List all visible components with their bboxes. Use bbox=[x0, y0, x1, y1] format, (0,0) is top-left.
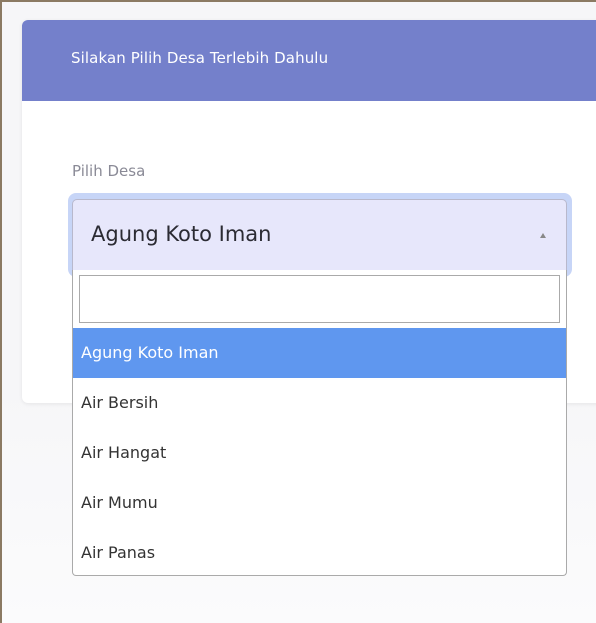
dropdown-option[interactable]: Air Mumu bbox=[73, 478, 566, 528]
dropdown-option[interactable]: Agung Koto Iman bbox=[73, 328, 566, 378]
dropdown-search-wrap bbox=[73, 270, 566, 328]
dropdown-options: Agung Koto Iman Air Bersih Air Hangat Ai… bbox=[73, 328, 566, 578]
caret-up-icon bbox=[540, 233, 546, 238]
dropdown-option[interactable]: Air Hangat bbox=[73, 428, 566, 478]
card-header: Silakan Pilih Desa Terlebih Dahulu bbox=[22, 20, 596, 101]
dropdown-option[interactable]: Air Bersih bbox=[73, 378, 566, 428]
village-dropdown: Agung Koto Iman Air Bersih Air Hangat Ai… bbox=[72, 270, 567, 576]
dropdown-option[interactable]: Air Panas bbox=[73, 528, 566, 578]
dropdown-search-input[interactable] bbox=[79, 275, 560, 323]
village-field-label: Pilih Desa bbox=[72, 162, 146, 180]
village-select[interactable]: Agung Koto Iman bbox=[72, 199, 567, 271]
select-current-value: Agung Koto Iman bbox=[91, 222, 272, 246]
page-frame: Silakan Pilih Desa Terlebih Dahulu Pilih… bbox=[0, 0, 596, 623]
card-title: Silakan Pilih Desa Terlebih Dahulu bbox=[71, 49, 329, 67]
